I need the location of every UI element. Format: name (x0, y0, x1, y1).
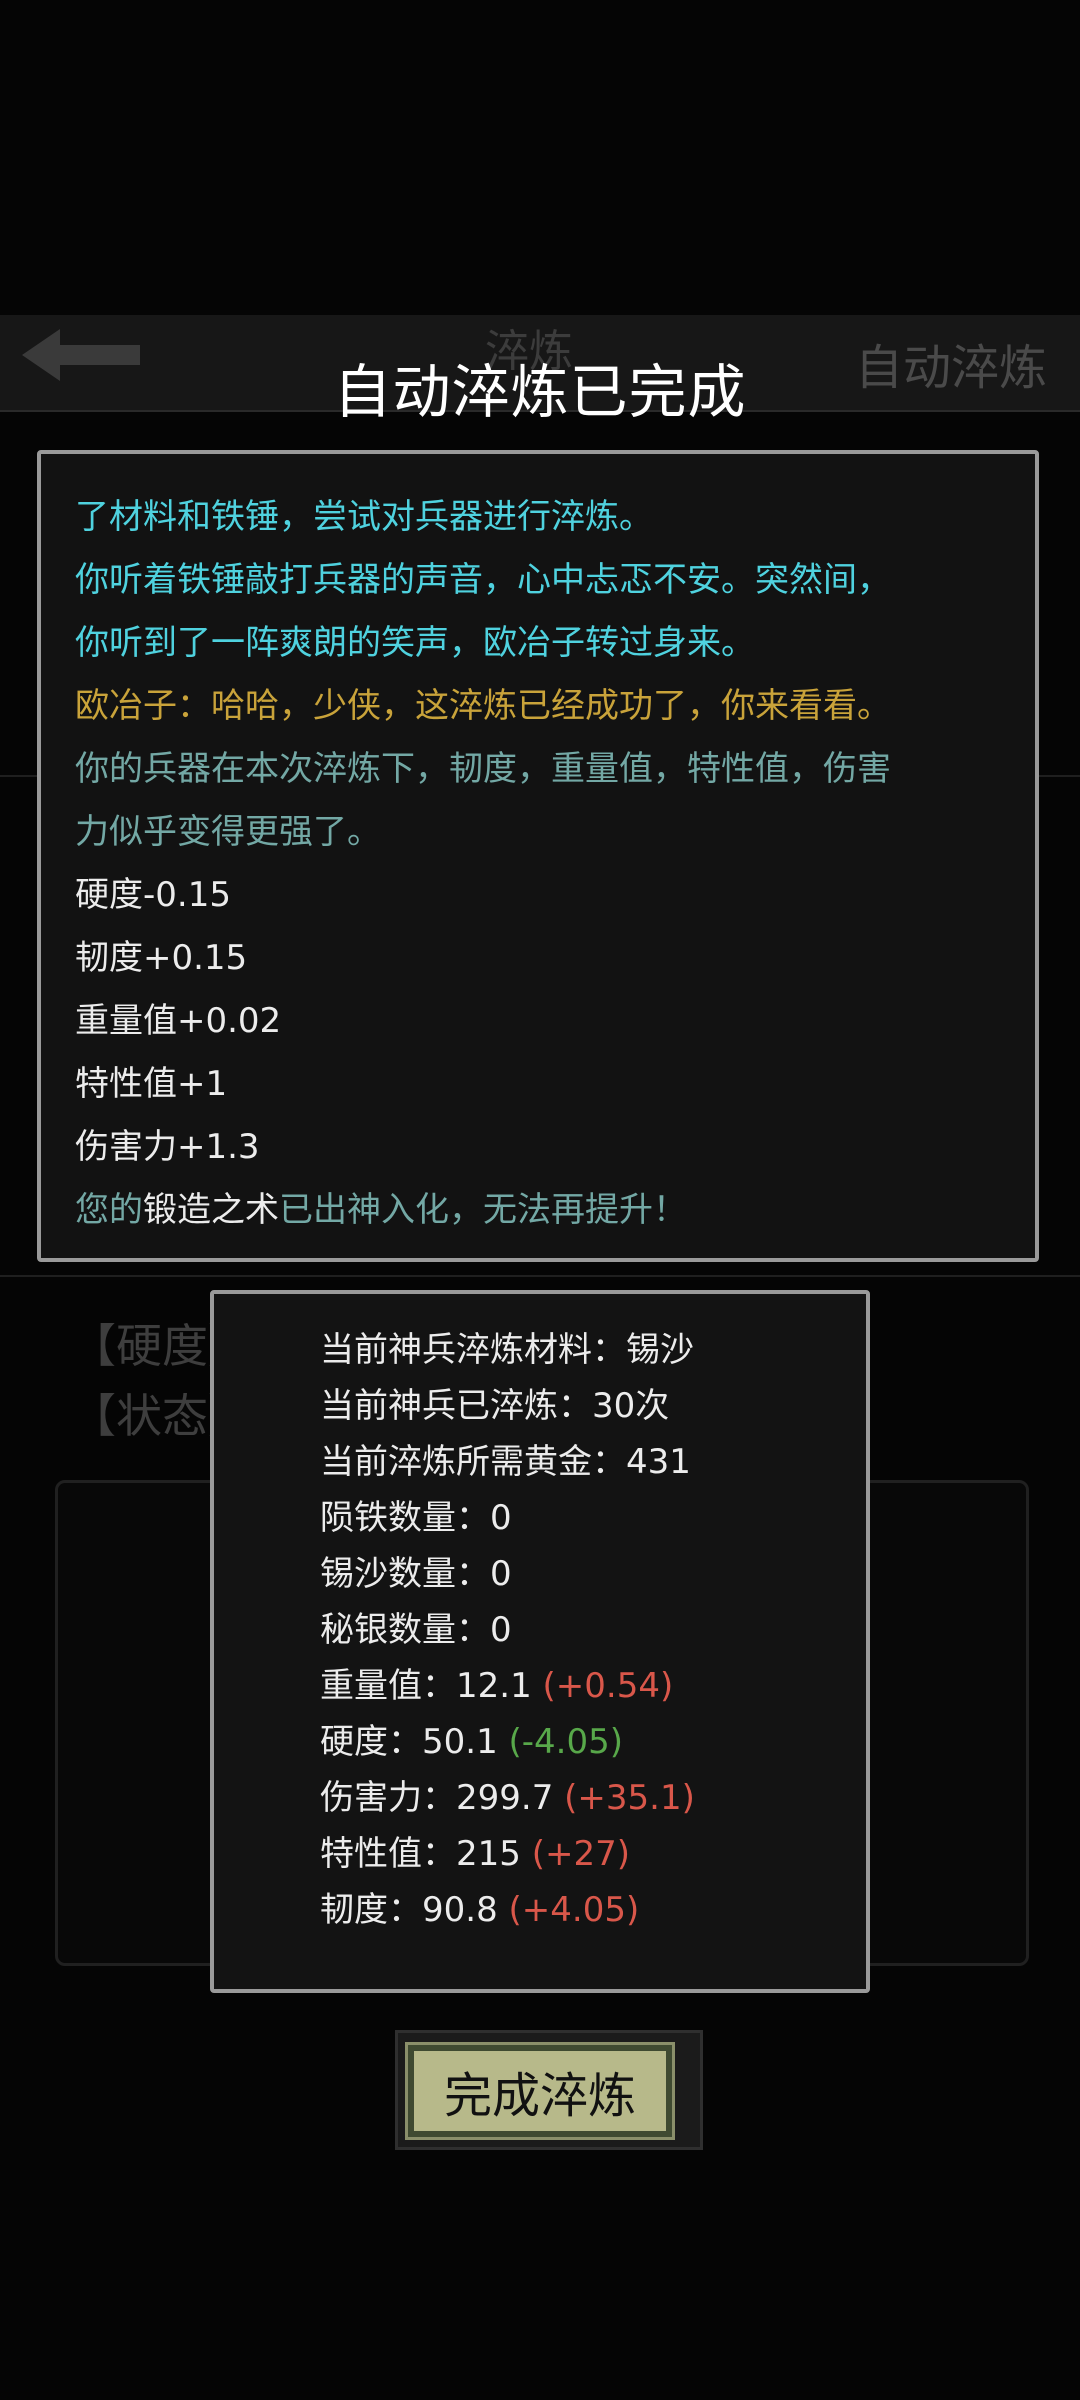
stat-value: 215 (456, 1834, 521, 1874)
modal-title: 自动淬炼已完成 (333, 358, 747, 426)
final-line-suffix: 已出神入化，无法再提升！ (279, 1190, 687, 1230)
log-line: 伤害力+1.3 (75, 1127, 260, 1167)
stat-weight: 重量值：12.1 (+0.54) (320, 1658, 866, 1714)
stat-value: 0 (490, 1610, 512, 1650)
stat-label: 伤害力： (320, 1778, 456, 1818)
stat-value: 299.7 (456, 1778, 554, 1818)
log-final-line: 您的锻造之术已出神入化，无法再提升！ (75, 1179, 1035, 1242)
finish-refine-button[interactable]: 完成淬炼 (405, 2042, 675, 2140)
stat-value: 50.1 (422, 1722, 498, 1762)
log-line: 特性值+1 (75, 1064, 228, 1104)
stat-value: 431 (626, 1442, 691, 1482)
stat-label: 陨铁数量： (320, 1498, 490, 1538)
log-line: 你听到了一阵爽朗的笑声，欧冶子转过身来。 (75, 623, 755, 663)
stat-label: 当前神兵已淬炼： (320, 1386, 592, 1426)
refine-stats-panel: 当前神兵淬炼材料：锡沙 当前神兵已淬炼：30次 当前淬炼所需黄金：431 陨铁数… (210, 1290, 870, 1993)
stat-gold-cost: 当前淬炼所需黄金：431 (320, 1434, 866, 1490)
stat-delta: (+4.05) (508, 1890, 640, 1930)
stat-label: 当前淬炼所需黄金： (320, 1442, 626, 1482)
log-line: 你听着铁锤敲打兵器的声音，心中忐忑不安。突然间， (75, 560, 891, 600)
stat-value: 0 (490, 1498, 512, 1538)
final-line-skill: 锻造之术 (143, 1190, 279, 1230)
final-line-prefix: 您的 (75, 1190, 143, 1230)
stat-value: 12.1 (456, 1666, 532, 1706)
stat-label: 重量值： (320, 1666, 456, 1706)
stat-delta: (+35.1) (564, 1778, 695, 1818)
log-line: 你的兵器在本次淬炼下，韧度，重量值，特性值，伤害 (75, 749, 891, 789)
stat-value: 0 (490, 1554, 512, 1594)
stat-label: 特性值： (320, 1834, 456, 1874)
stat-tin-sand: 锡沙数量：0 (320, 1546, 866, 1602)
stat-label: 硬度： (320, 1722, 422, 1762)
stat-delta: (+0.54) (542, 1666, 674, 1706)
log-line: 力似乎变得更强了。 (75, 812, 381, 852)
log-line: 韧度+0.15 (75, 938, 248, 978)
log-line: 了材料和铁锤，尝试对兵器进行淬炼。 (75, 497, 653, 537)
stat-refined-count: 当前神兵已淬炼：30次 (320, 1378, 866, 1434)
log-line: 硬度-0.15 (75, 875, 231, 915)
stat-label: 秘银数量： (320, 1610, 490, 1650)
stat-damage: 伤害力：299.7 (+35.1) (320, 1770, 866, 1826)
stat-trait: 特性值：215 (+27) (320, 1826, 866, 1882)
stat-value: 锡沙 (626, 1330, 694, 1370)
stat-material: 当前神兵淬炼材料：锡沙 (320, 1322, 866, 1378)
stat-label: 当前神兵淬炼材料： (320, 1330, 626, 1370)
log-line: 欧冶子：哈哈，少侠，这淬炼已经成功了，你来看看。 (75, 686, 891, 726)
refine-log-panel: 了材料和铁锤，尝试对兵器进行淬炼。 你听着铁锤敲打兵器的声音，心中忐忑不安。突然… (37, 450, 1039, 1262)
stat-label: 韧度： (320, 1890, 422, 1930)
screen: 淬炼 自动淬炼 【硬度】…………击所不摧 【状态】…………轻巧 自动淬炼已完成 … (0, 0, 1080, 2400)
stat-delta: (+27) (531, 1834, 630, 1874)
stat-value: 90.8 (422, 1890, 498, 1930)
stat-value: 30次 (592, 1386, 670, 1426)
stat-mithril: 秘银数量：0 (320, 1602, 866, 1658)
stat-toughness: 韧度：90.8 (+4.05) (320, 1882, 866, 1938)
stat-hardness: 硬度：50.1 (-4.05) (320, 1714, 866, 1770)
stat-meteor-iron: 陨铁数量：0 (320, 1490, 866, 1546)
stat-label: 锡沙数量： (320, 1554, 490, 1594)
stat-delta: (-4.05) (508, 1722, 624, 1762)
log-line: 重量值+0.02 (75, 1001, 282, 1041)
background-divider (0, 1275, 1080, 1277)
